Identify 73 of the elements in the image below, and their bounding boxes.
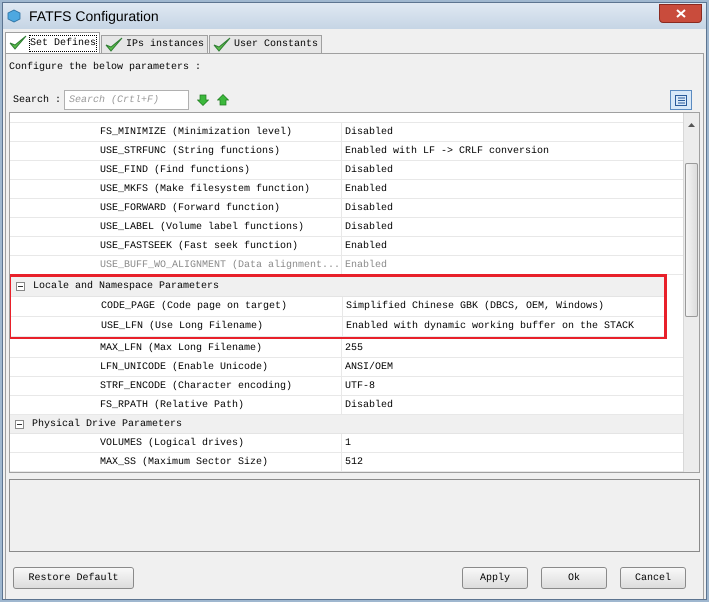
parameter-name: VOLUMES (Logical drives) — [100, 436, 244, 450]
scroll-up-icon[interactable] — [688, 123, 695, 127]
search-field[interactable]: Search (Crtl+F) — [64, 90, 190, 110]
parameter-value: Enabled — [345, 258, 388, 272]
table-row[interactable]: MAX_SS (Maximum Sector Size) 512 — [10, 453, 683, 472]
parameter-value: 255 — [345, 342, 364, 356]
table-row[interactable]: USE_MKFS (Make filesystem function) Enabled — [10, 180, 683, 199]
group-row[interactable]: Locale and Namespace Parameters — [11, 277, 664, 297]
parameter-name: USE_MKFS (Make filesystem function) — [100, 182, 310, 196]
dialog-button[interactable]: Cancel — [620, 567, 686, 589]
parameter-name: USE_LFN (Use Long Filename) — [101, 320, 264, 334]
group-row[interactable]: Physical Drive Parameters — [10, 415, 683, 434]
arrow-down-icon[interactable] — [197, 94, 210, 106]
parameter-name: LFN_UNICODE (Enable Unicode) — [100, 360, 268, 374]
window-title: FATFS Configuration — [29, 6, 159, 26]
group-label: Locale and Namespace Parameters — [33, 280, 220, 294]
tab[interactable]: Set Defines — [5, 32, 100, 53]
collapse-icon[interactable] — [15, 420, 24, 428]
close-button[interactable] — [659, 4, 702, 22]
parameter-name: USE_BUFF_WO_ALIGNMENT (Data alignment... — [100, 258, 340, 272]
parameter-value: Disabled — [345, 164, 394, 178]
parameter-value: Disabled — [345, 202, 394, 216]
parameter-name: CODE_PAGE (Code page on target) — [101, 300, 288, 314]
parameter-name: STRF_ENCODE (Character encoding) — [100, 380, 292, 394]
arrow-up-icon[interactable] — [217, 94, 230, 106]
parameter-name: USE_LABEL (Volume label functions) — [100, 220, 304, 234]
table-row[interactable]: USE_LFN (Use Long Filename) Enabled with dynamic working buffer on the STACK — [11, 317, 664, 337]
dialog-button[interactable]: Restore Default — [13, 567, 134, 589]
parameter-value: Enabled with dynamic working buffer on the STACK — [346, 320, 634, 334]
close-icon — [676, 8, 686, 18]
group-label: Physical Drive Parameters — [32, 418, 182, 432]
tab[interactable]: User Constants — [209, 35, 322, 53]
parameter-value: 1 — [345, 436, 352, 450]
parameter-value: Enabled — [345, 240, 388, 254]
instruction-text: Configure the below parameters : — [9, 60, 202, 75]
parameter-value: Disabled — [345, 398, 394, 412]
table-row[interactable]: STRF_ENCODE (Character encoding) UTF-8 — [10, 377, 683, 396]
parameter-name: FS_MINIMIZE (Minimization level) — [100, 126, 292, 140]
parameter-value: Enabled — [345, 182, 388, 196]
table-row[interactable]: VOLUMES (Logical drives) 1 — [10, 434, 683, 453]
table-row[interactable]: FS_MINIMIZE (Minimization level) Disabled — [10, 123, 683, 142]
tab[interactable]: IPs instances — [101, 35, 208, 53]
parameter-name: MAX_LFN (Max Long Filename) — [100, 342, 262, 356]
checkmark-icon — [9, 35, 27, 51]
table-row[interactable]: FS_RPATH (Relative Path) Disabled — [10, 396, 683, 415]
table-row[interactable]: USE_FORWARD (Forward function) Disabled — [10, 199, 683, 218]
collapse-icon[interactable] — [16, 282, 25, 291]
dialog-button[interactable]: Ok — [541, 567, 607, 589]
parameter-value: 512 — [345, 456, 364, 470]
parameter-name: MAX_SS (Maximum Sector Size) — [100, 456, 268, 470]
parameter-name: USE_STRFUNC (String functions) — [100, 144, 280, 158]
table-row[interactable]: LFN_UNICODE (Enable Unicode) ANSI/OEM — [10, 358, 683, 377]
table-row[interactable]: CODE_PAGE (Code page on target) Simplified Chinese GBK (DBCS, OEM, Windows) — [11, 297, 664, 317]
dialog-button[interactable]: Apply — [462, 567, 528, 589]
parameter-value: Simplified Chinese GBK (DBCS, OEM, Windows) — [346, 300, 604, 314]
parameter-value: Disabled — [345, 126, 394, 140]
list-view-button[interactable] — [670, 90, 692, 110]
parameter-name: USE_FIND (Find functions) — [100, 164, 250, 178]
table-row[interactable]: USE_LABEL (Volume label functions) Disabled — [10, 218, 683, 237]
parameter-value: Enabled with LF -> CRLF conversion — [345, 144, 550, 158]
table-row[interactable]: USE_STRFUNC (String functions) Enabled with LF -> CRLF conversion — [10, 142, 683, 161]
list-icon — [675, 94, 687, 106]
parameter-value: ANSI/OEM — [345, 360, 394, 374]
parameter-value: Disabled — [345, 220, 394, 234]
table-row[interactable]: USE_FIND (Find functions) Disabled — [10, 161, 683, 180]
search-label: Search : — [13, 94, 62, 108]
table-row[interactable]: MAX_LFN (Max Long Filename) 255 — [10, 339, 683, 358]
parameter-name: USE_FASTSEEK (Fast seek function) — [100, 240, 298, 254]
parameter-name: FS_RPATH (Relative Path) — [100, 398, 244, 412]
table-row[interactable]: USE_FASTSEEK (Fast seek function) Enabled — [10, 237, 683, 256]
parameter-value: UTF-8 — [345, 380, 376, 394]
parameter-name: USE_FORWARD (Forward function) — [100, 202, 280, 216]
scrollbar[interactable] — [683, 113, 699, 472]
